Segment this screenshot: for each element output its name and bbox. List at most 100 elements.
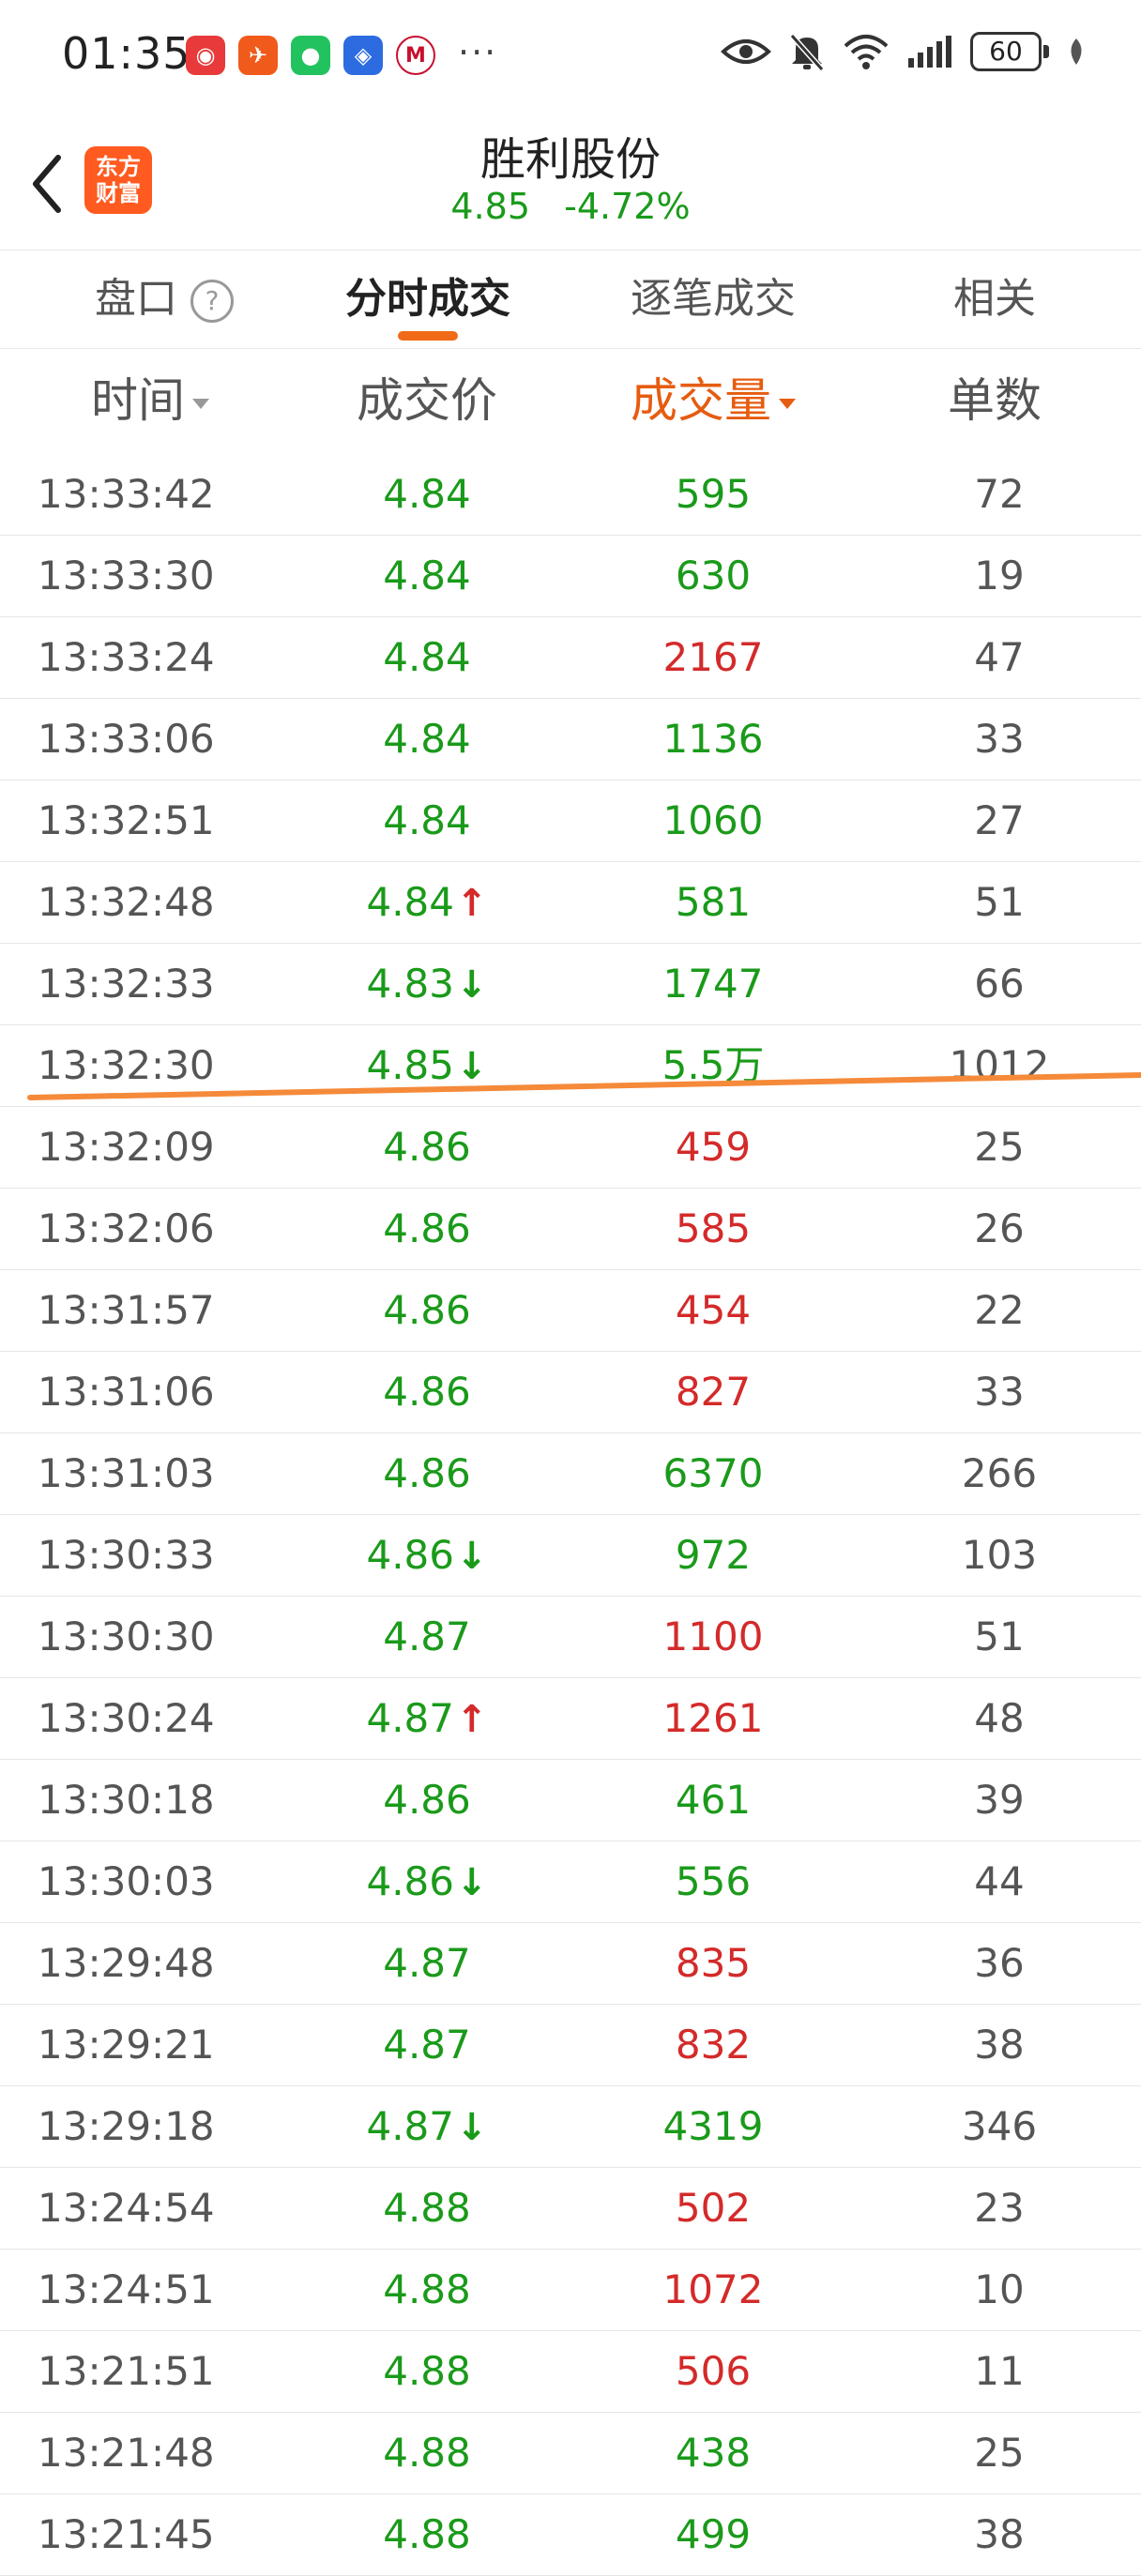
table-row[interactable]: 13:33:30 4.84 630 19 xyxy=(0,536,1141,617)
trade-volume: 1747 xyxy=(662,961,764,1007)
table-row[interactable]: 13:30:18 4.86 461 39 xyxy=(0,1760,1141,1841)
trade-time: 13:30:03 xyxy=(38,1858,215,1904)
table-row[interactable]: 13:29:48 4.87 835 36 xyxy=(0,1923,1141,2005)
app-notification-icon: ◈ xyxy=(343,36,383,75)
trade-count: 33 xyxy=(974,1369,1025,1415)
trade-price: 4.86↓ xyxy=(366,1532,488,1578)
table-row[interactable]: 13:32:33 4.83↓ 1747 66 xyxy=(0,944,1141,1025)
trade-time: 13:21:48 xyxy=(38,2430,215,2476)
table-row[interactable]: 13:31:06 4.86 827 33 xyxy=(0,1352,1141,1433)
trade-count: 10 xyxy=(974,2266,1025,2312)
column-volume-sort[interactable]: 成交量 xyxy=(601,347,826,454)
trade-volume: 835 xyxy=(675,1940,752,1986)
eye-icon xyxy=(721,39,771,64)
battery-level: 60 xyxy=(970,32,1042,71)
trade-count: 1012 xyxy=(949,1042,1050,1088)
table-row[interactable]: 13:30:03 4.86↓ 556 44 xyxy=(0,1841,1141,1923)
stock-quote: 4.85 -4.72% xyxy=(0,186,1141,227)
app-header: 东方 财富 胜利股份 4.85 -4.72% xyxy=(0,113,1141,250)
tab-related[interactable]: 相关 xyxy=(910,250,1079,348)
table-row[interactable]: 13:21:48 4.88 438 25 xyxy=(0,2413,1141,2494)
table-row[interactable]: 13:24:54 4.88 502 23 xyxy=(0,2168,1141,2250)
table-row[interactable]: 13:21:45 4.88 499 38 xyxy=(0,2494,1141,2576)
status-bar: 01:35 ◉ ✈ ● ◈ M ··· 60 xyxy=(0,0,1141,113)
trade-count: 22 xyxy=(974,1287,1025,1333)
trade-time: 13:30:33 xyxy=(38,1532,215,1578)
trade-volume: 595 xyxy=(675,471,752,517)
trade-price: 4.87 xyxy=(383,2022,471,2068)
trade-price: 4.85↓ xyxy=(366,1042,488,1088)
app-notification-icon: ✈ xyxy=(238,36,278,75)
trade-price: 4.87↑ xyxy=(366,1695,488,1741)
table-row[interactable]: 13:30:30 4.87 1100 51 xyxy=(0,1597,1141,1678)
trade-count: 11 xyxy=(974,2348,1025,2394)
trade-time: 13:33:06 xyxy=(38,716,215,762)
table-row[interactable]: 13:33:06 4.84 1136 33 xyxy=(0,699,1141,780)
table-row[interactable]: 13:32:51 4.84 1060 27 xyxy=(0,780,1141,862)
up-arrow-icon: ↑ xyxy=(456,882,488,925)
trade-price: 4.88 xyxy=(383,2511,471,2557)
trade-price: 4.86 xyxy=(383,1124,471,1170)
trade-price: 4.87 xyxy=(383,1614,471,1659)
trade-volume: 506 xyxy=(675,2348,752,2394)
wifi-icon xyxy=(844,35,889,69)
trade-volume: 832 xyxy=(675,2022,752,2068)
table-row[interactable]: 13:30:24 4.87↑ 1261 48 xyxy=(0,1678,1141,1760)
trade-price: 4.84 xyxy=(383,634,471,680)
table-row[interactable]: 13:33:24 4.84 2167 47 xyxy=(0,617,1141,699)
table-row[interactable]: 13:24:51 4.88 1072 10 xyxy=(0,2250,1141,2331)
table-row[interactable]: 13:29:21 4.87 832 38 xyxy=(0,2005,1141,2086)
column-time-sort[interactable]: 时间 xyxy=(56,347,244,454)
trade-time: 13:29:48 xyxy=(38,1940,215,1986)
trade-price: 4.84 xyxy=(383,797,471,843)
trade-list[interactable]: 13:33:42 4.84 595 72 13:33:30 4.84 630 19 13:33:… xyxy=(0,454,1141,2576)
trade-volume: 630 xyxy=(675,553,752,599)
trade-price: 4.84 xyxy=(383,471,471,517)
trade-time: 13:24:51 xyxy=(38,2266,215,2312)
trade-volume: 585 xyxy=(675,1205,752,1251)
trade-time: 13:31:06 xyxy=(38,1369,215,1415)
column-count: 单数 xyxy=(948,373,1042,428)
table-row[interactable]: 13:32:09 4.86 459 25 xyxy=(0,1107,1141,1189)
trade-time: 13:29:21 xyxy=(38,2022,215,2068)
trade-volume: 2167 xyxy=(662,634,764,680)
trade-time: 13:32:51 xyxy=(38,797,215,843)
trade-price: 4.86↓ xyxy=(366,1858,488,1904)
table-row[interactable]: 13:29:18 4.87↓ 4319 346 xyxy=(0,2086,1141,2168)
trade-count: 48 xyxy=(974,1695,1025,1741)
table-row[interactable]: 13:32:06 4.86 585 26 xyxy=(0,1189,1141,1270)
system-icons: 60 xyxy=(721,32,1087,71)
table-row[interactable]: 13:21:51 4.88 506 11 xyxy=(0,2331,1141,2413)
table-row[interactable]: 13:31:03 4.86 6370 266 xyxy=(0,1433,1141,1515)
trade-volume: 5.5万 xyxy=(662,1042,765,1088)
trade-price: 4.86 xyxy=(383,1287,471,1333)
trade-time: 13:30:30 xyxy=(38,1614,215,1659)
trade-volume: 1072 xyxy=(662,2266,764,2312)
trade-time: 13:21:51 xyxy=(38,2348,215,2394)
trade-time: 13:24:54 xyxy=(38,2185,215,2231)
help-icon[interactable]: ? xyxy=(190,280,234,323)
table-row[interactable]: 13:31:57 4.86 454 22 xyxy=(0,1270,1141,1352)
table-row[interactable]: 13:30:33 4.86↓ 972 103 xyxy=(0,1515,1141,1597)
trade-volume: 6370 xyxy=(662,1450,764,1496)
table-row[interactable]: 13:32:48 4.84↑ 581 51 xyxy=(0,862,1141,944)
trade-price: 4.88 xyxy=(383,2348,471,2394)
trade-price: 4.86 xyxy=(383,1205,471,1251)
table-row[interactable]: 13:32:30 4.85↓ 5.5万 1012 xyxy=(0,1025,1141,1107)
tab-tick-trades[interactable]: 逐笔成交 xyxy=(601,250,826,348)
sort-caret-icon xyxy=(192,399,209,409)
trade-count: 44 xyxy=(974,1858,1025,1904)
up-arrow-icon: ↑ xyxy=(456,1698,488,1741)
trade-time: 13:29:18 xyxy=(38,2103,215,2149)
trade-count: 27 xyxy=(974,797,1025,843)
trade-count: 39 xyxy=(974,1777,1025,1823)
stock-change-percent: -4.72% xyxy=(564,186,691,227)
trade-time: 13:30:24 xyxy=(38,1695,215,1741)
down-arrow-icon: ↓ xyxy=(456,1861,488,1904)
trade-volume: 827 xyxy=(675,1369,752,1415)
tab-order-book[interactable]: 盘口? xyxy=(56,250,272,348)
trade-price: 4.86 xyxy=(383,1777,471,1823)
table-row[interactable]: 13:33:42 4.84 595 72 xyxy=(0,454,1141,536)
trade-volume: 972 xyxy=(675,1532,752,1578)
trade-price: 4.88 xyxy=(383,2266,471,2312)
